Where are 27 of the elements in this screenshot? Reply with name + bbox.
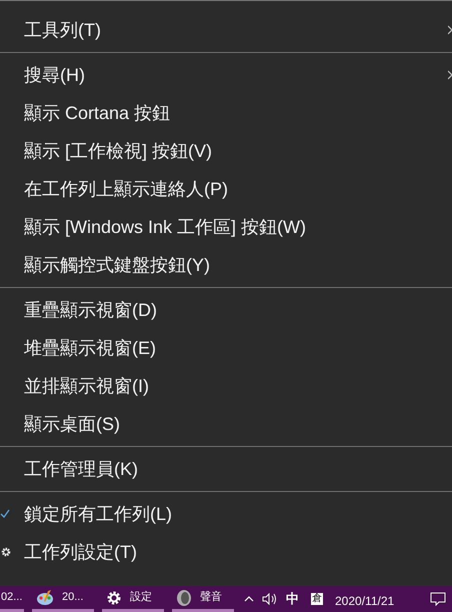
- menu-item[interactable]: 工具列(T): [0, 11, 452, 49]
- clock-date[interactable]: 2020/11/21: [335, 592, 394, 610]
- menu-item[interactable]: 搜尋(H): [0, 56, 452, 94]
- menu-item[interactable]: 工作列設定(T): [0, 533, 452, 571]
- menu-item[interactable]: 顯示 [工作檢視] 按鈕(V): [0, 132, 452, 170]
- menu-item[interactable]: 顯示 [Windows Ink 工作區] 按鈕(W): [0, 208, 452, 246]
- menu-item[interactable]: 顯示桌面(S): [0, 405, 452, 443]
- menu-item[interactable]: 並排顯示視窗(I): [0, 367, 452, 405]
- menu-item[interactable]: 顯示觸控式鍵盤按鈕(Y): [0, 246, 452, 284]
- taskbar-app[interactable]: 設定: [102, 586, 164, 612]
- gear-icon: [1, 547, 11, 557]
- notification-icon[interactable]: [430, 592, 446, 606]
- menu-item[interactable]: 鎖定所有工作列(L): [0, 495, 452, 533]
- ime-mode-indicator[interactable]: 倉: [311, 593, 323, 605]
- taskbar-app[interactable]: 02...: [0, 586, 24, 612]
- menu-item[interactable]: 堆疊顯示視窗(E): [0, 329, 452, 367]
- palette-icon: [36, 588, 54, 606]
- taskbar-app[interactable]: 20...: [32, 586, 94, 612]
- ime-indicator[interactable]: 中: [286, 589, 299, 609]
- chevron-up-icon[interactable]: [244, 596, 254, 602]
- menu-item[interactable]: 在工作列上顯示連絡人(P): [0, 170, 452, 208]
- gear-icon: [106, 590, 122, 606]
- menu-item[interactable]: 工作管理員(K): [0, 450, 452, 488]
- menu-item[interactable]: 重疊顯示視窗(D): [0, 291, 452, 329]
- menu-item[interactable]: 顯示 Cortana 按鈕: [0, 94, 452, 132]
- volume-icon[interactable]: [262, 593, 278, 605]
- taskbar-app[interactable]: 聲音: [172, 586, 234, 612]
